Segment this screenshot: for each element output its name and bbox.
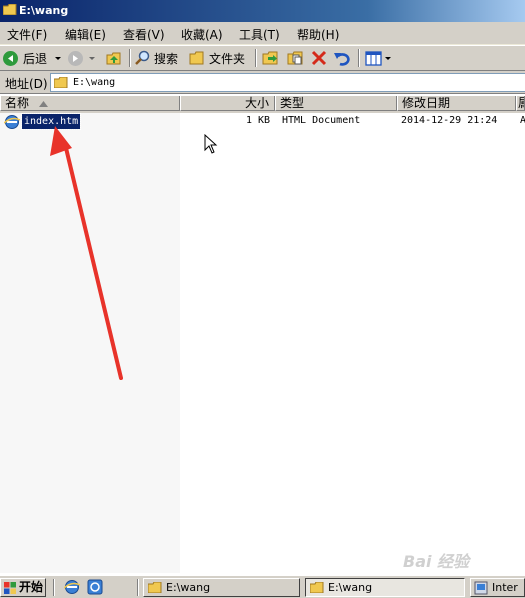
column-headers: 名称 大小 类型 修改日期 属 [0,96,525,113]
copy-to-button[interactable] [287,49,305,67]
folders-label: 文件夹 [209,51,246,66]
taskbar: 开始 E:\wang E:\wang Inter [0,575,525,598]
undo-button[interactable] [334,49,351,67]
folder-icon [54,77,68,88]
chevron-down-icon[interactable] [384,54,392,62]
start-label: 开始 [19,580,44,594]
column-header-name[interactable]: 名称 [0,96,180,111]
address-label: 地址(D) [5,77,48,91]
column-header-type[interactable]: 类型 [275,96,397,111]
folder-icon [310,582,324,593]
up-folder-button[interactable] [106,49,122,67]
menu-bar: 文件(F) 编辑(E) 查看(V) 收藏(A) 工具(T) 帮助(H) [0,22,525,45]
taskbar-separator [53,579,55,596]
internet-explorer-icon [474,581,488,595]
menu-file[interactable]: 文件(F) [7,26,47,43]
taskbar-window-label: E:\wang [328,581,373,594]
window-title: E:\wang [19,4,69,17]
delete-x-icon [311,50,327,66]
taskbar-window-button-active[interactable]: E:\wang [305,578,465,597]
move-to-button[interactable] [262,49,280,67]
file-list[interactable]: index.htm 1 KB HTML Document 2014-12-29 … [0,113,525,573]
forward-button[interactable] [68,49,96,67]
name-column-background [0,113,180,573]
taskbar-ie-label: Inter [492,581,518,594]
menu-favorites[interactable]: 收藏(A) [181,26,223,43]
address-value: E:\wang [73,77,116,88]
taskbar-ie-button[interactable]: Inter [470,578,525,597]
file-type: HTML Document [282,115,361,126]
menu-tools[interactable]: 工具(T) [239,26,280,43]
up-folder-icon [106,52,121,65]
folder-icon [3,4,17,15]
start-button[interactable]: 开始 [0,578,46,597]
taskbar-window-label: E:\wang [166,581,211,594]
toolbar-separator [129,49,131,67]
title-bar: E:\wang [0,0,525,22]
chevron-down-icon[interactable] [54,54,62,62]
address-input[interactable]: E:\wang [50,73,525,92]
menu-view[interactable]: 查看(V) [123,26,165,43]
file-size: 1 KB [246,115,271,126]
address-bar: 地址(D) E:\wang [0,71,525,94]
file-modified: 2014-12-29 21:24 [401,115,498,126]
forward-arrow-icon [68,50,83,66]
chevron-down-icon[interactable] [88,54,96,62]
toolbar-separator [358,49,360,67]
folder-icon [189,51,204,65]
file-row[interactable]: index.htm 1 KB HTML Document 2014-12-29 … [0,113,525,130]
back-arrow-icon [3,50,18,66]
search-label: 搜索 [154,51,179,66]
toolbar: 后退 搜索 文件夹 [0,45,525,71]
undo-icon [334,53,350,66]
mouse-cursor-icon [204,134,218,154]
menu-help[interactable]: 帮助(H) [297,26,339,43]
delete-button[interactable] [311,49,327,67]
move-to-folder-icon [262,51,278,65]
toolbar-separator [255,49,257,67]
windows-logo-icon [4,582,16,594]
search-button[interactable]: 搜索 [135,49,178,67]
taskbar-separator [137,579,139,596]
file-name[interactable]: index.htm [20,113,82,130]
column-header-size[interactable]: 大小 [180,96,275,111]
sort-ascending-icon [39,101,48,107]
column-header-name-label: 名称 [5,96,30,110]
file-attributes: A [520,115,525,126]
folder-icon [148,582,162,593]
views-button[interactable] [365,49,392,67]
views-grid-icon [365,50,382,66]
copy-to-folder-icon [287,51,303,65]
taskbar-window-button[interactable]: E:\wang [143,578,300,597]
ie-quicklaunch-icon[interactable] [64,579,80,595]
search-icon [135,50,150,65]
watermark: Bai 经验 [403,552,470,571]
column-header-modified[interactable]: 修改日期 [397,96,516,111]
desktop-quicklaunch-icon[interactable] [87,579,103,595]
ie-html-file-icon [4,115,20,129]
back-button[interactable]: 后退 [3,49,62,67]
folders-button[interactable]: 文件夹 [189,49,245,67]
column-header-attributes[interactable]: 属 [516,96,525,111]
menu-edit[interactable]: 编辑(E) [65,26,106,43]
back-label: 后退 [23,51,48,66]
